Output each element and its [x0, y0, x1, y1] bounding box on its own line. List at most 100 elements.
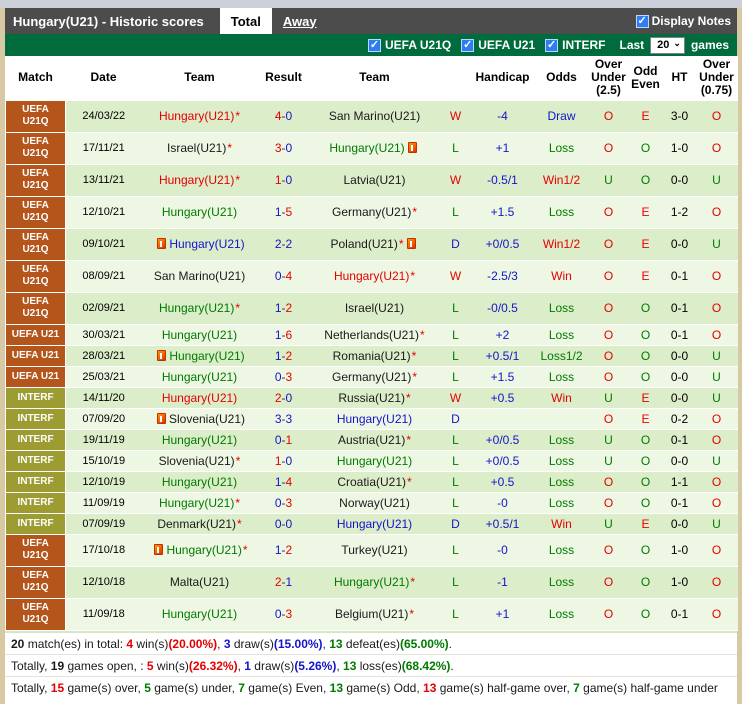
odd-even-value: E — [627, 260, 664, 293]
summary-segment: game(s) under, — [150, 680, 239, 695]
away-goals: 1 — [285, 575, 293, 590]
note-icon[interactable] — [406, 238, 416, 250]
home-team-name: Hungary(U21) — [161, 474, 238, 489]
summary-footer: 20 match(es) in total: 4 win(s)(20.00%),… — [5, 630, 737, 704]
summary-segment: 19 — [50, 658, 65, 673]
home-team: Hungary(U21)* — [141, 534, 258, 567]
col-odds: Odds — [546, 70, 577, 85]
filter-uefa-u21q[interactable]: UEFA U21Q — [367, 38, 451, 52]
filter-interf[interactable]: INTERF — [545, 38, 605, 52]
away-team: Russia(U21)* — [309, 387, 440, 409]
summary-segment: 13 — [343, 658, 357, 673]
result-indicator: L — [439, 598, 472, 631]
match-score: 1-0 — [257, 164, 310, 197]
away-team: Croatia(U21)* — [309, 471, 440, 493]
odds-result: Loss — [533, 450, 590, 472]
over-under-25-value: O — [589, 408, 628, 430]
result-indicator: W — [439, 387, 472, 409]
match-score: 0-1 — [257, 429, 310, 451]
table-row: UEFA U21 30/03/21 Hungary(U21) 1-6 Netherlan… — [5, 323, 738, 346]
summary-segment: match(es) in total: — [24, 636, 127, 651]
checkbox-icon[interactable] — [461, 38, 475, 52]
result-indicator: L — [439, 324, 472, 346]
games-count-select[interactable]: 20 ⌄ — [650, 36, 685, 54]
note-icon[interactable] — [154, 544, 164, 556]
checkbox-icon[interactable] — [545, 38, 559, 52]
match-score: 0-3 — [257, 492, 310, 514]
ht-score: 0-0 — [663, 513, 696, 535]
tab-total[interactable]: Total — [219, 8, 272, 34]
odds-result: Loss1/2 — [533, 345, 590, 367]
over-under-075-value: O — [695, 492, 738, 514]
away-team: Norway(U21) — [309, 492, 440, 514]
checkbox-icon[interactable] — [367, 38, 381, 52]
home-team: Hungary(U21) — [141, 228, 258, 261]
table-row: INTERF 07/09/20 Slovenia(U21) 3-3 Hungary(U2… — [5, 407, 738, 430]
tab-away[interactable]: Away — [272, 8, 328, 34]
summary-segment: . — [448, 636, 452, 651]
over-under-25-value: U — [589, 429, 628, 451]
odds-result: Loss — [533, 292, 590, 325]
favorite-star-icon: * — [406, 432, 412, 447]
match-type-label: INTERF — [5, 512, 66, 535]
over-under-075-value: O — [695, 292, 738, 325]
away-team-name: Germany(U21) — [331, 205, 412, 220]
match-type-label: INTERF — [5, 428, 66, 451]
away-team: Romania(U21)* — [309, 345, 440, 367]
match-date: 14/11/20 — [65, 387, 142, 409]
match-score: 1-2 — [257, 292, 310, 325]
handicap-value: -2.5/3 — [471, 260, 534, 293]
home-team-name: Hungary(U21) — [161, 432, 238, 447]
summary-line: 20 match(es) in total: 4 win(s)(20.00%),… — [5, 630, 737, 654]
home-team: Israel(U21)* — [141, 132, 258, 165]
ht-score: 0-1 — [663, 324, 696, 346]
table-row: UEFA U21Q 17/11/21 Israel(U21)* 3-0 Hungary(… — [5, 131, 738, 165]
display-notes-checkbox[interactable] — [635, 14, 649, 28]
match-score: 2-2 — [257, 228, 310, 261]
odd-even-value: O — [627, 566, 664, 599]
col-over-under-075: Over Under (0.75) — [699, 57, 734, 98]
odds-result: Loss — [533, 324, 590, 346]
over-under-25-value: U — [589, 513, 628, 535]
away-team-name: Belgium(U21) — [334, 607, 409, 622]
match-score: 1-5 — [257, 196, 310, 229]
match-type-label: INTERF — [5, 407, 66, 430]
summary-segment: loss(es) — [356, 658, 402, 673]
note-icon[interactable] — [157, 349, 167, 361]
summary-segment: 5 — [144, 680, 151, 695]
handicap-value: +0/0.5 — [471, 228, 534, 261]
home-team-name: Hungary(U21) — [161, 205, 238, 220]
match-score: 1-2 — [257, 345, 310, 367]
favorite-star-icon: * — [242, 543, 248, 558]
title-bar: Hungary(U21) - Historic scores Total Away… — [5, 8, 737, 34]
home-goals: 1 — [274, 474, 282, 489]
note-icon[interactable] — [156, 412, 166, 424]
favorite-star-icon: * — [235, 453, 241, 468]
over-under-25-value: O — [589, 471, 628, 493]
note-icon[interactable] — [407, 142, 417, 154]
filter-uefa-u21[interactable]: UEFA U21 — [461, 38, 535, 52]
handicap-value: +0.5 — [471, 387, 534, 409]
odd-even-value: O — [627, 450, 664, 472]
home-team-name: Hungary(U21) — [158, 173, 235, 188]
table-row: INTERF 11/09/19 Hungary(U21)* 0-3 Norway(U21… — [5, 491, 738, 514]
over-under-25-value: O — [589, 132, 628, 165]
away-team: Latvia(U21) — [309, 164, 440, 197]
match-type-label: UEFA U21Q — [5, 533, 66, 567]
summary-segment: 13 — [329, 680, 343, 695]
over-under-075-value: O — [695, 471, 738, 493]
filter-bar: UEFA U21Q UEFA U21 INTERF Last 20 ⌄ games — [5, 34, 737, 56]
display-notes-toggle[interactable]: Display Notes — [635, 8, 731, 34]
note-icon[interactable] — [157, 238, 167, 250]
match-date: 09/10/21 — [65, 228, 142, 261]
away-goals: 0 — [285, 390, 293, 405]
away-team-name: Hungary(U21) — [336, 453, 413, 468]
away-goals: 4 — [285, 474, 293, 489]
summary-segment: 1 — [244, 658, 251, 673]
odd-even-value: O — [627, 164, 664, 197]
away-team: Hungary(U21) — [309, 513, 440, 535]
result-indicator: W — [439, 164, 472, 197]
table-row: UEFA U21Q 13/11/21 Hungary(U21)* 1-0 Latvia(… — [5, 163, 738, 197]
table-row: INTERF 15/10/19 Slovenia(U21)* 1-0 Hungary(U… — [5, 449, 738, 472]
home-team-name: Hungary(U21) — [158, 495, 235, 510]
